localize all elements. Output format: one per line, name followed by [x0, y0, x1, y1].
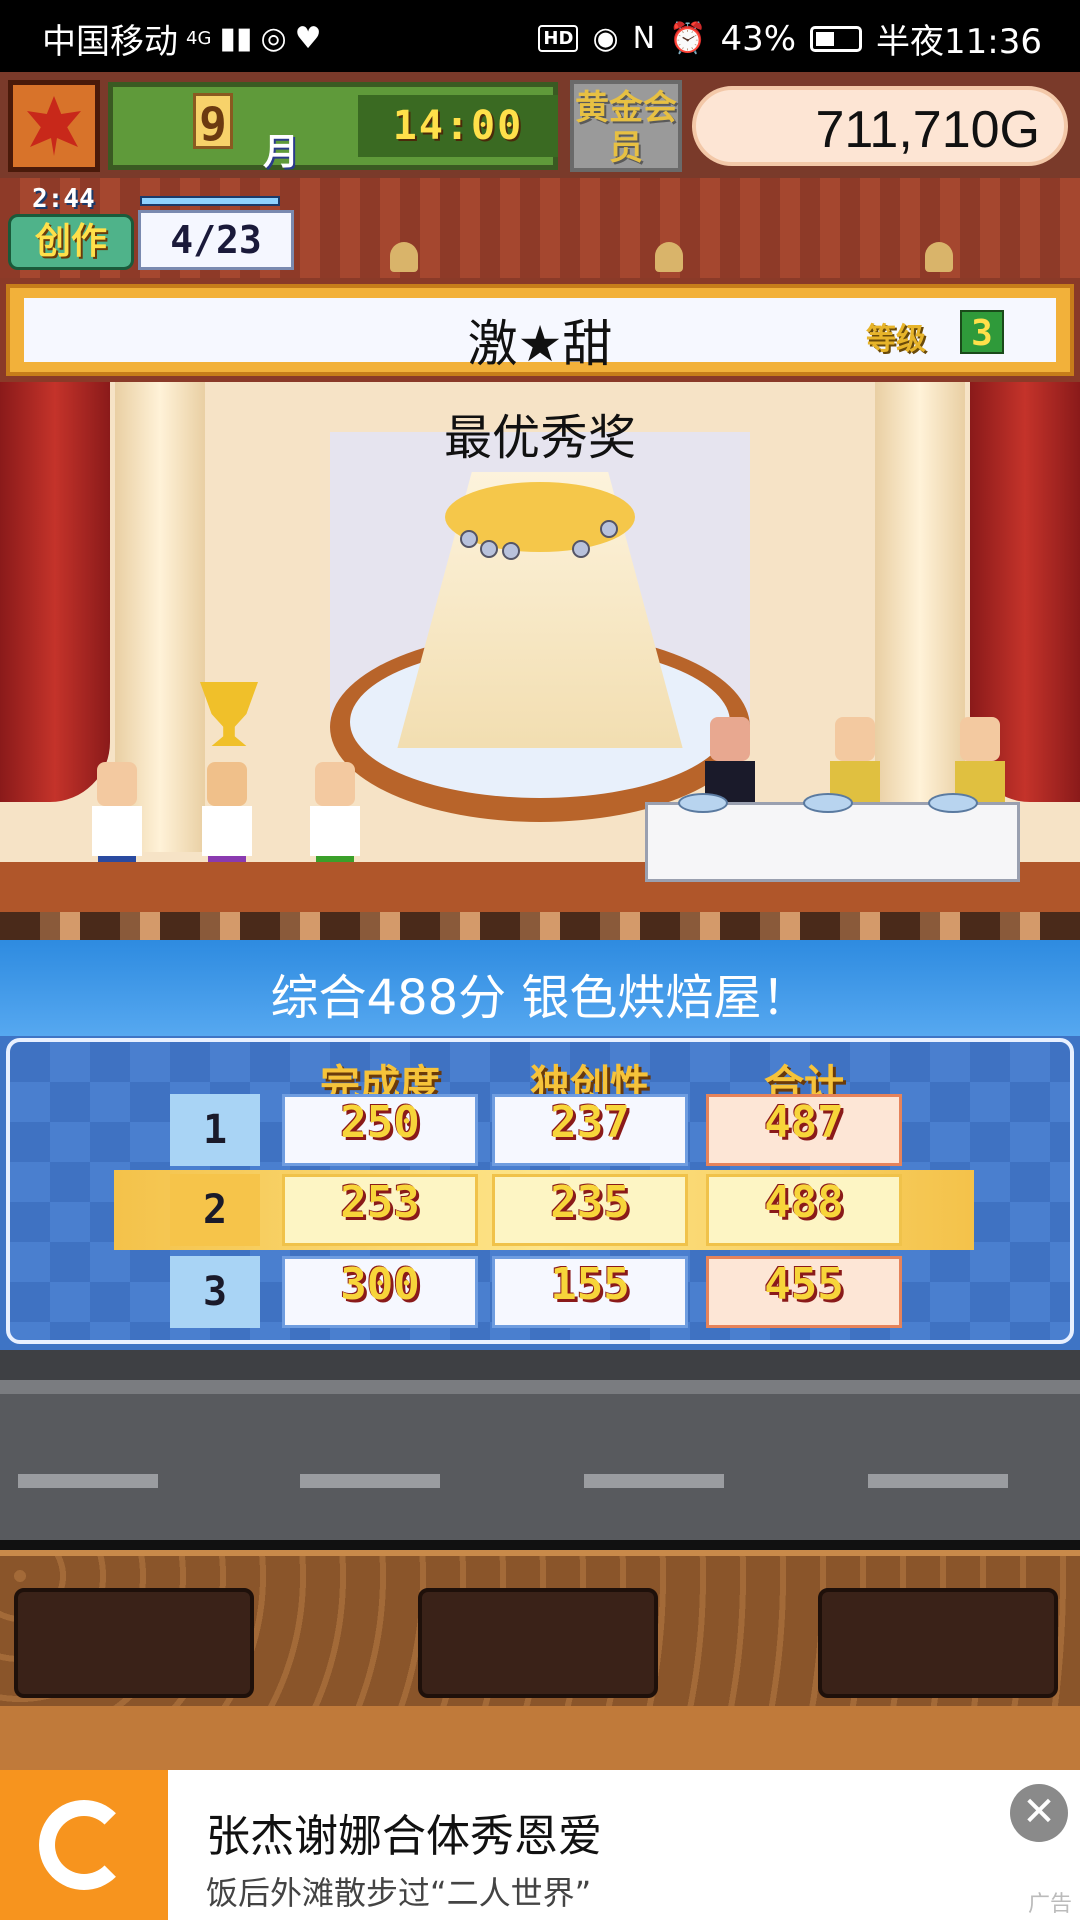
- uc-browser-logo: [0, 1770, 168, 1920]
- decoration-bead: [480, 540, 498, 558]
- result-header: 综合488分 银色烘焙屋！: [0, 940, 1080, 1036]
- award-hall: 最优秀奖: [0, 382, 1080, 912]
- rank-label: 3: [170, 1256, 260, 1328]
- money-amount: 711,710: [815, 101, 1000, 159]
- lane-marking: [584, 1474, 724, 1488]
- eye-icon: ◉: [592, 21, 619, 56]
- health-icon: ♥: [294, 21, 322, 56]
- month-number: 9: [193, 93, 233, 151]
- road-edge: [0, 1540, 1080, 1550]
- total-cell: 487: [706, 1094, 902, 1166]
- decoration-bead: [600, 520, 618, 538]
- time-period: 半夜: [876, 22, 945, 62]
- creation-timer: 2:44: [32, 184, 95, 214]
- lane-marking: [300, 1474, 440, 1488]
- status-bar: 中国移动 4G ▮▮ ◎ ♥ HD ◉ N ⏰ 43% 半夜11:36: [0, 0, 1080, 72]
- money-currency: G: [999, 101, 1040, 159]
- judge-table: [645, 793, 1020, 882]
- season-button[interactable]: [8, 80, 100, 172]
- creation-count: 4/23: [138, 210, 294, 270]
- street-road: [0, 1350, 1080, 1540]
- lamp-icon: [655, 242, 683, 272]
- decoration-bead: [572, 540, 590, 558]
- maple-leaf-icon: [27, 96, 81, 156]
- award-scene: 2:44 创作 4/23 激★甜 等级 3 最优秀奖: [0, 178, 1080, 940]
- membership-badge[interactable]: 黄金会员: [570, 80, 682, 172]
- grade-value: 3: [960, 310, 1004, 354]
- rank-label: 1: [170, 1094, 260, 1166]
- ad-tag: 广告: [1027, 1892, 1072, 1917]
- score-cell: 235: [492, 1174, 688, 1246]
- display-slot[interactable]: [418, 1588, 658, 1698]
- battery-percent: 43%: [720, 18, 797, 59]
- squirrel-icon: [39, 1800, 129, 1890]
- rank-label: 2: [170, 1174, 260, 1246]
- shop-counter: [0, 1550, 1080, 1776]
- display-slot[interactable]: [14, 1588, 254, 1698]
- result-headline: 综合488分 银色烘焙屋！: [270, 970, 810, 1026]
- signal-icon: 4G: [186, 28, 212, 49]
- alarm-icon: ⏰: [669, 21, 707, 56]
- nfc-icon: N: [632, 21, 656, 56]
- total-cell: 488: [706, 1174, 902, 1246]
- creation-progress[interactable]: 2:44 创作 4/23: [8, 184, 294, 272]
- hd-icon: HD: [538, 25, 579, 52]
- dish-title-banner: 激★甜 等级 3: [6, 284, 1074, 376]
- ad-subtitle: 饭后外滩散步过“二人世界”: [206, 1874, 592, 1912]
- ad-banner[interactable]: 张杰谢娜合体秀恩爱 饭后外滩散步过“二人世界” ✕ 广告: [0, 1770, 1080, 1920]
- score-cell: 250: [282, 1094, 478, 1166]
- signal-bars-icon: ▮▮: [219, 21, 253, 56]
- sync-icon: ◎: [260, 21, 287, 56]
- score-cell: 237: [492, 1094, 688, 1166]
- decoration-bead: [460, 530, 478, 548]
- total-cell: 455: [706, 1256, 902, 1328]
- money-display: 711,710G: [692, 86, 1068, 166]
- creation-label: 创作: [8, 214, 134, 270]
- top-hud: 9 月 14:00 黄金会员 711,710G: [0, 72, 1080, 178]
- lane-marking: [868, 1474, 1008, 1488]
- score-cell: 300: [282, 1256, 478, 1328]
- ad-title: 张杰谢娜合体秀恩爱: [206, 1811, 602, 1862]
- creation-progress-bar: [140, 196, 280, 206]
- lamp-icon: [925, 242, 953, 272]
- result-panel: 综合488分 银色烘焙屋！ 完成度 独创性 合计 1 250 237 487 2…: [0, 940, 1080, 1350]
- carrier-label: 中国移动: [42, 22, 178, 62]
- lamp-icon: [390, 242, 418, 272]
- score-cell: 253: [282, 1174, 478, 1246]
- battery-icon: [810, 25, 863, 52]
- score-cell: 155: [492, 1256, 688, 1328]
- date-panel: 9 月 14:00: [108, 82, 558, 173]
- month-label: 月: [263, 132, 300, 173]
- display-slot[interactable]: [818, 1588, 1058, 1698]
- decoration-bead: [502, 542, 520, 560]
- clock-time: 11:36: [944, 22, 1042, 62]
- trophy-icon: [200, 682, 258, 746]
- score-board: 完成度 独创性 合计 1 250 237 487 2 253 235 488 3…: [6, 1038, 1074, 1344]
- ad-close-button[interactable]: ✕: [1010, 1784, 1068, 1842]
- game-clock: 14:00: [358, 95, 558, 157]
- lane-marking: [18, 1474, 158, 1488]
- grade-label: 等级: [866, 322, 926, 357]
- audience-crowd: [0, 912, 1080, 940]
- award-title: 最优秀奖: [443, 410, 636, 466]
